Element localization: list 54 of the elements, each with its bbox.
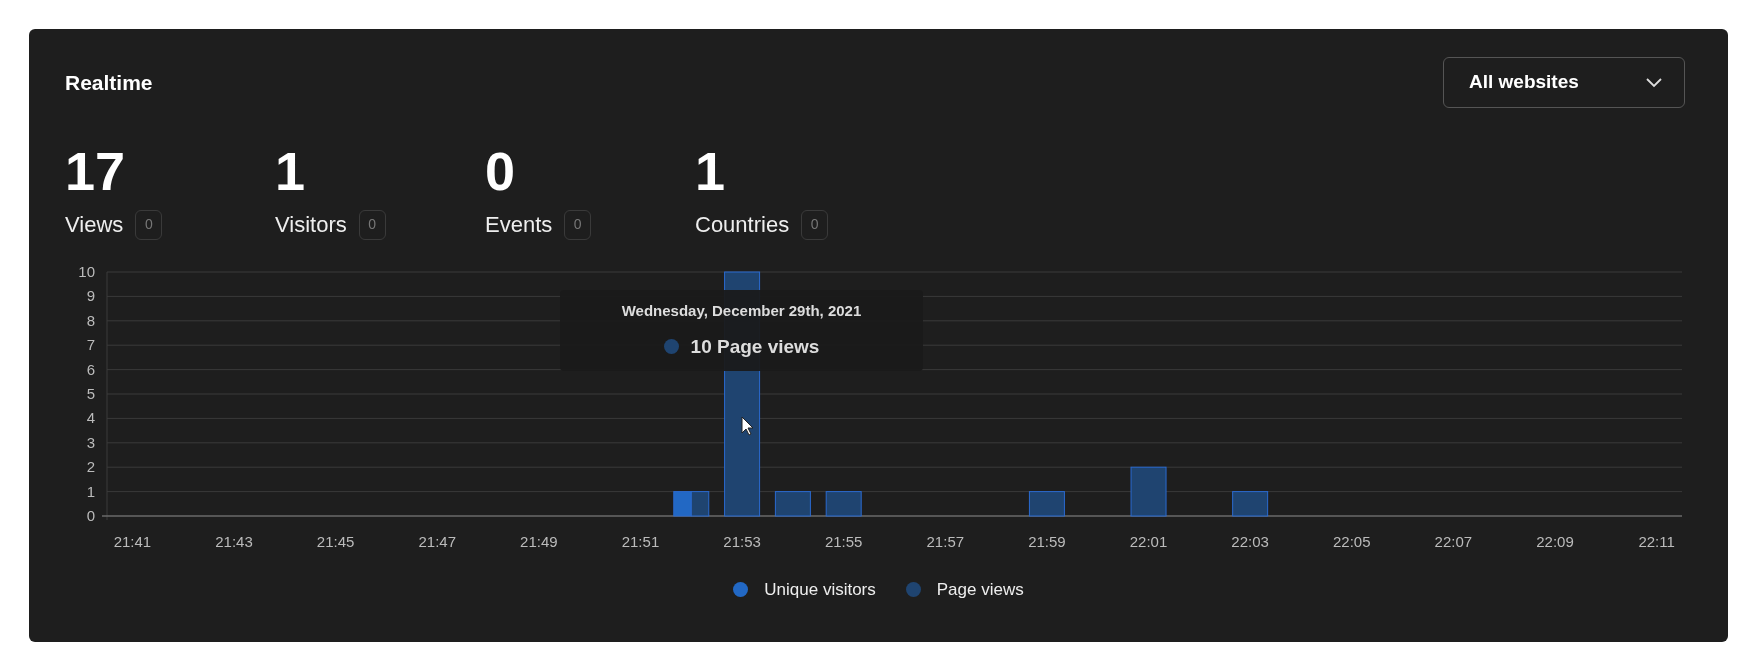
stat-value: 1 [275, 144, 306, 198]
card-title: Realtime [65, 69, 153, 96]
x-tick-label: 22:03 [1231, 533, 1269, 550]
bar [774, 491, 811, 517]
change-badge: 0 [358, 209, 386, 240]
stat-label: Countries [695, 211, 790, 239]
x-tick-label: 21:47 [418, 533, 456, 550]
change-badge: 0 [564, 209, 592, 240]
legend-label[interactable]: Page views [936, 577, 1024, 603]
x-tick-label: 22:07 [1434, 533, 1473, 550]
x-tick-label: 22:11 [1638, 533, 1675, 550]
y-tick-label: 0 [86, 507, 95, 524]
stat-value: 17 [65, 144, 126, 198]
y-tick-label: 10 [78, 263, 95, 280]
bar [1232, 491, 1269, 517]
y-tick-label: 8 [86, 311, 95, 329]
x-tick-label: 21:43 [215, 533, 253, 550]
y-tick-label: 6 [86, 360, 95, 378]
x-tick-label: 22:01 [1129, 533, 1168, 550]
bar [1130, 466, 1167, 517]
stat-value: 1 [695, 144, 726, 198]
x-tick-label: 21:49 [520, 533, 558, 550]
chevron-down-icon [1646, 77, 1662, 88]
stat-label: Visitors [275, 211, 347, 239]
change-badge: 0 [135, 209, 163, 240]
change-badge: 0 [801, 209, 829, 240]
x-tick-label: 21:55 [824, 533, 863, 550]
legend-label[interactable]: Unique visitors [764, 577, 876, 603]
y-tick-label: 1 [86, 482, 95, 500]
x-tick-label: 22:05 [1333, 533, 1371, 550]
tooltip-date: Wednesday, December 29th, 2021 [621, 301, 862, 321]
stat-label: Events [485, 211, 553, 239]
x-tick-label: 21:45 [316, 533, 355, 550]
y-tick-label: 3 [86, 433, 95, 451]
bar [673, 491, 692, 517]
website-select[interactable]: All websites [1443, 57, 1685, 108]
y-tick-label: 9 [86, 287, 95, 305]
y-tick-label: 7 [86, 336, 95, 354]
y-tick-label: 2 [86, 458, 95, 476]
x-tick-label: 21:41 [113, 533, 152, 550]
y-tick-label: 4 [86, 409, 95, 427]
bar [1028, 491, 1065, 517]
tooltip-value: 10 Page views [690, 334, 820, 359]
bar [690, 491, 710, 517]
bar [825, 491, 862, 517]
mouse-cursor-icon [741, 416, 754, 436]
y-tick-label: 5 [86, 385, 95, 402]
x-tick-label: 21:57 [926, 533, 965, 550]
x-tick-label: 21:51 [621, 533, 660, 550]
x-tick-label: 21:53 [723, 533, 761, 550]
x-tick-label: 21:59 [1028, 533, 1066, 550]
stat-value: 0 [485, 144, 516, 198]
x-tick-label: 22:09 [1536, 533, 1574, 550]
stat-label: Views [65, 211, 124, 239]
